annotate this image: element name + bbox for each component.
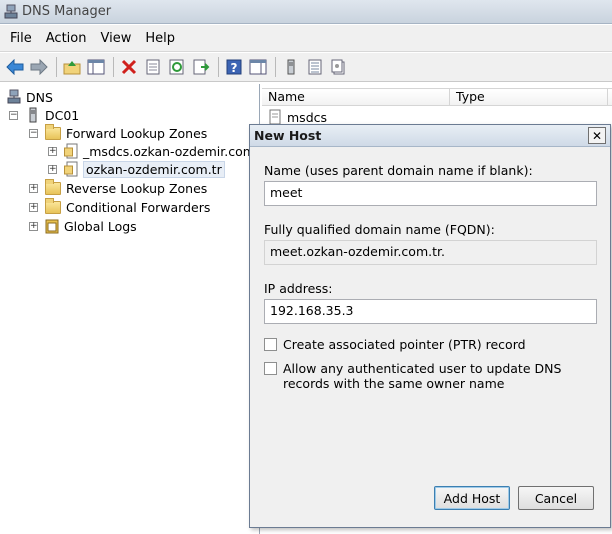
close-icon[interactable]: ✕ — [588, 127, 606, 144]
tree-item-conditional-forwarders[interactable]: Conditional Forwarders — [45, 197, 211, 216]
authenticated-update-option[interactable]: Allow any authenticated user to update D… — [264, 361, 599, 391]
folder-icon — [45, 123, 61, 140]
action-pane-icon[interactable] — [247, 56, 269, 78]
ptr-record-option[interactable]: Create associated pointer (PTR) record — [264, 337, 599, 352]
expand-icon[interactable]: + — [29, 184, 38, 193]
tree-label: Conditional Forwarders — [66, 199, 211, 215]
menu-file[interactable]: File — [4, 31, 38, 46]
tree-label: Forward Lookup Zones — [66, 125, 208, 141]
tree-item-reverse-lookup-zones[interactable]: Reverse Lookup Zones — [45, 178, 208, 197]
record-icon — [269, 109, 281, 125]
show-hide-tree-icon[interactable] — [85, 56, 107, 78]
column-header-type[interactable]: Type — [450, 89, 608, 105]
tree-item-forward-lookup-zones[interactable]: Forward Lookup Zones — [45, 123, 208, 142]
tree-item-dc01[interactable]: DC01 — [26, 106, 79, 124]
global-logs-icon — [45, 219, 59, 234]
ip-address-label: IP address: — [264, 281, 333, 296]
dialog-titlebar: New Host ✕ — [250, 125, 610, 147]
authenticated-update-label: Allow any authenticated user to update D… — [283, 361, 562, 391]
expand-icon[interactable]: + — [29, 203, 38, 212]
server-icon — [29, 107, 37, 123]
list-item-name: msdcs — [287, 109, 328, 125]
menu-action[interactable]: Action — [40, 31, 93, 46]
properties-icon[interactable] — [142, 56, 164, 78]
dns-manager-icon — [4, 4, 18, 18]
folder-icon — [45, 197, 61, 214]
export-list-icon[interactable] — [190, 56, 212, 78]
tree-item-dns[interactable]: DNS — [7, 88, 53, 106]
tree-label: Reverse Lookup Zones — [66, 180, 208, 196]
toolbar: ? — [0, 53, 612, 82]
tree-label: DC01 — [45, 107, 80, 123]
add-host-button[interactable]: Add Host — [434, 486, 510, 510]
console-tree: DNS − DC01 − Forward Lookup Zones + _msd… — [0, 84, 269, 534]
delete-icon[interactable] — [118, 56, 140, 78]
collapse-icon[interactable]: − — [9, 111, 18, 120]
fqdn-field: meet.ozkan-ozdemir.com.tr. — [264, 240, 597, 265]
ptr-record-label: Create associated pointer (PTR) record — [283, 337, 526, 352]
expand-icon[interactable]: + — [48, 165, 57, 174]
folder-icon — [45, 178, 61, 195]
menu-help[interactable]: Help — [139, 31, 181, 46]
tree-item-global-logs[interactable]: Global Logs — [45, 217, 137, 235]
tree-label: Global Logs — [64, 218, 137, 234]
expand-icon[interactable]: + — [29, 222, 38, 231]
up-folder-icon[interactable] — [61, 56, 83, 78]
tree-label: _msdcs.ozkan-ozdemir.com.tr — [83, 143, 269, 159]
ptr-record-checkbox[interactable] — [264, 338, 277, 351]
collapse-icon[interactable]: − — [29, 129, 38, 138]
help-icon[interactable]: ? — [223, 56, 245, 78]
tree-item-main-zone[interactable]: ozkan-ozdemir.com.tr — [64, 160, 225, 178]
toolbar-separator — [218, 57, 219, 77]
forward-icon[interactable] — [28, 56, 50, 78]
fqdn-label: Fully qualified domain name (FQDN): — [264, 222, 495, 237]
name-label: Name (uses parent domain name if blank): — [264, 163, 533, 178]
list-header: Name Type — [262, 88, 612, 106]
zone-icon — [64, 143, 78, 159]
records-icon[interactable] — [304, 56, 326, 78]
tree-label-selected: ozkan-ozdemir.com.tr — [83, 160, 225, 178]
tree-item-msdcs-zone[interactable]: _msdcs.ozkan-ozdemir.com.tr — [64, 142, 269, 160]
back-icon[interactable] — [4, 56, 26, 78]
expand-icon[interactable]: + — [48, 147, 57, 156]
name-input[interactable]: meet — [264, 181, 597, 206]
toolbar-separator — [275, 57, 276, 77]
cancel-button[interactable]: Cancel — [518, 486, 594, 510]
dns-root-icon — [7, 89, 21, 104]
new-host-dialog: New Host ✕ Name (uses parent domain name… — [249, 124, 611, 528]
window-title: DNS Manager — [22, 4, 112, 19]
menu-bar: File Action View Help — [0, 25, 612, 52]
authenticated-update-checkbox[interactable] — [264, 362, 277, 375]
menu-view[interactable]: View — [94, 31, 137, 46]
tree-label: DNS — [26, 89, 53, 105]
toolbar-separator — [113, 57, 114, 77]
server-icon[interactable] — [280, 56, 302, 78]
toolbar-separator — [56, 57, 57, 77]
ip-address-input[interactable]: 192.168.35.3 — [264, 299, 597, 324]
column-header-name[interactable]: Name — [262, 89, 450, 105]
zone-icon — [64, 161, 78, 177]
new-record-icon[interactable] — [328, 56, 350, 78]
window-titlebar: DNS Manager — [0, 0, 612, 24]
refresh-icon[interactable] — [166, 56, 188, 78]
dialog-title: New Host — [254, 128, 322, 143]
svg-text:?: ? — [231, 61, 238, 75]
